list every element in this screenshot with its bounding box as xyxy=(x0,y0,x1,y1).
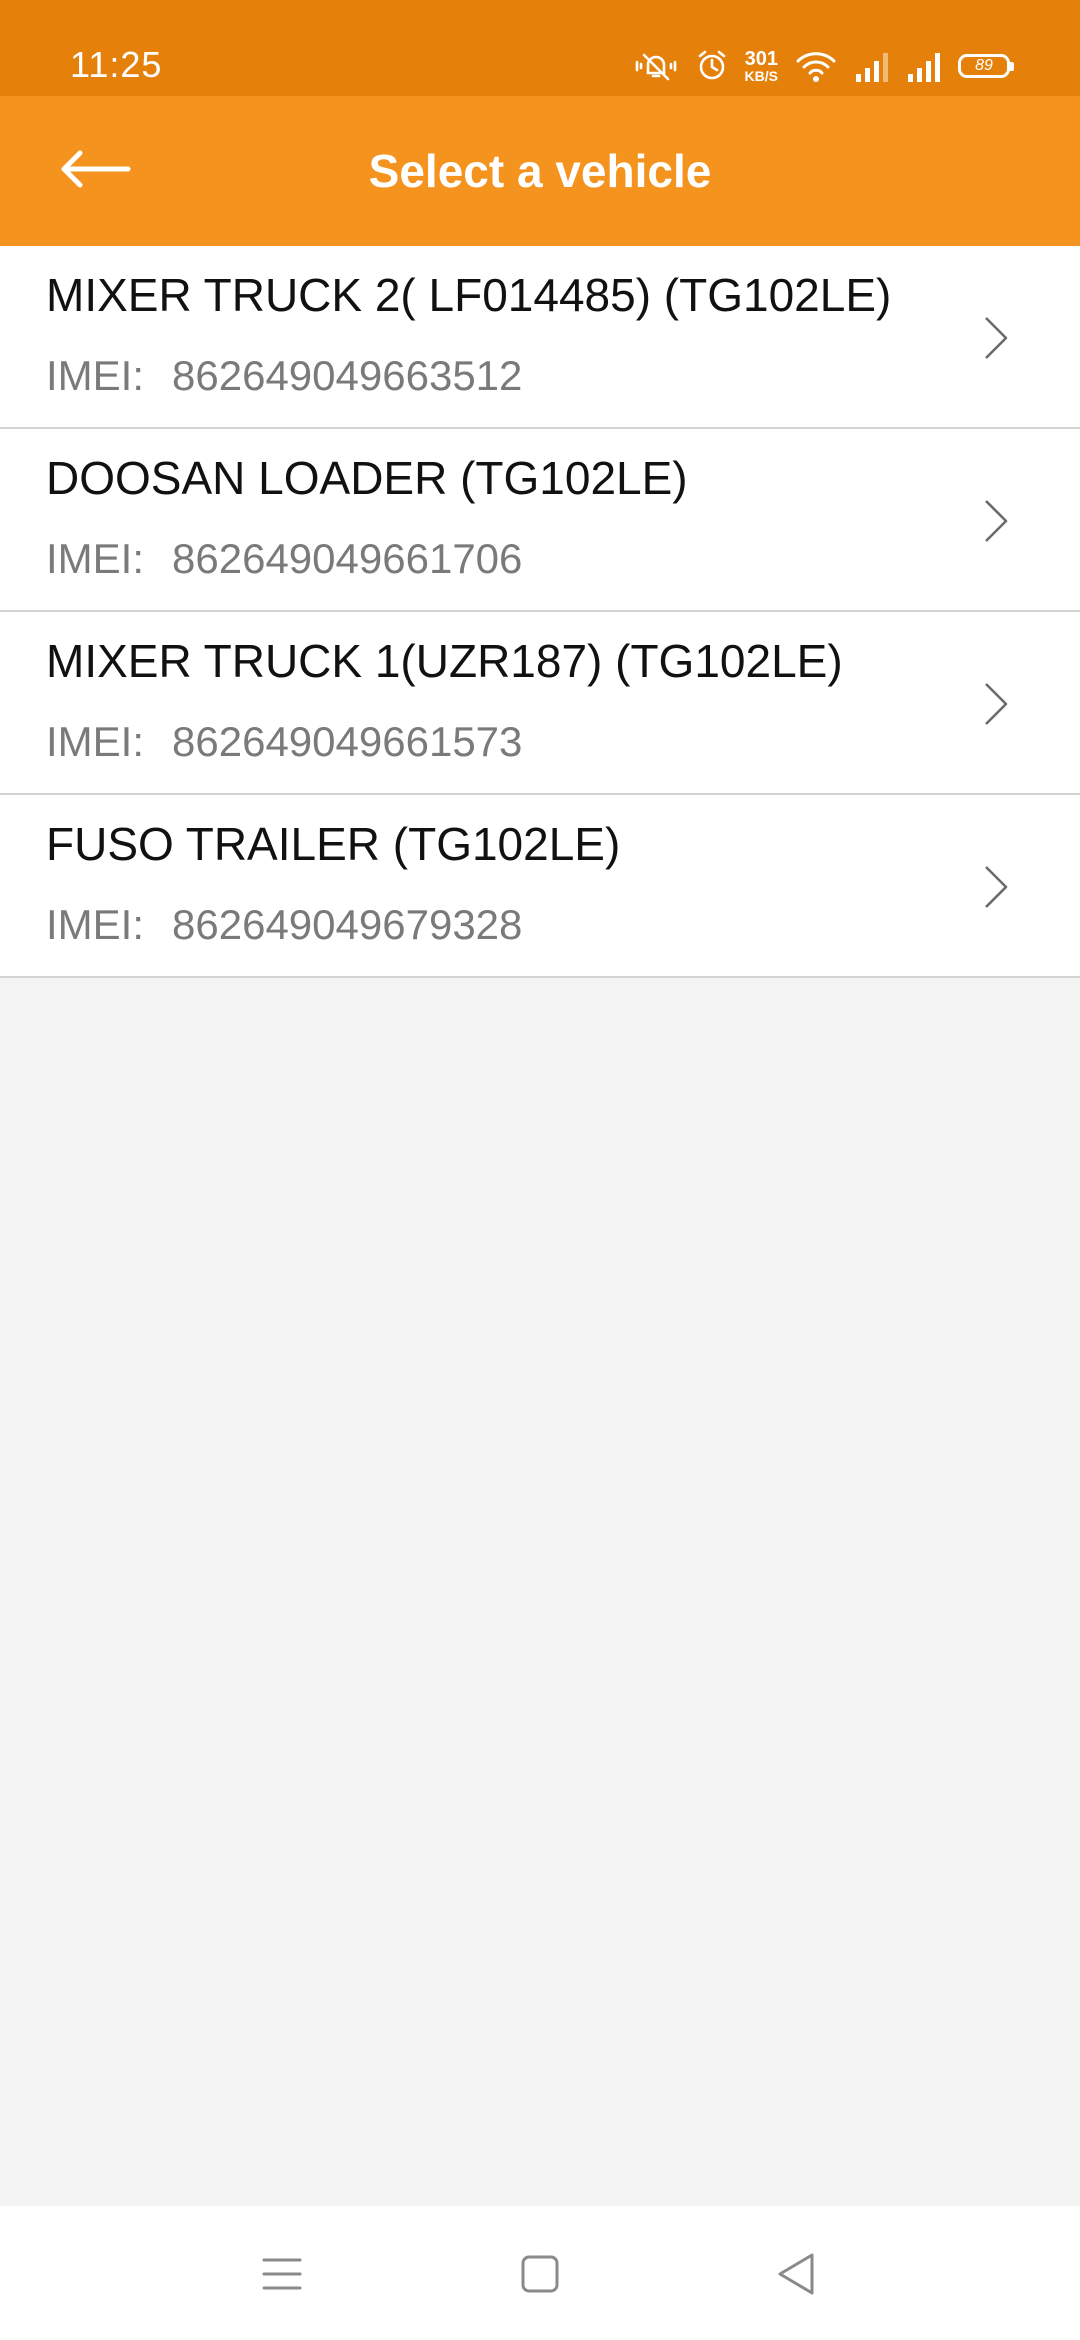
net-speed-unit: KB/S xyxy=(744,68,778,84)
page-title: Select a vehicle xyxy=(368,145,712,197)
vehicle-list-item[interactable]: DOOSAN LOADER (TG102LE) IMEI: 86264904966… xyxy=(0,429,1080,612)
chevron-right-icon xyxy=(980,863,1010,911)
back-icon xyxy=(776,2252,816,2301)
vehicle-imei-row: IMEI: 862649049661573 xyxy=(46,718,522,766)
imei-value: 862649049679328 xyxy=(172,901,523,948)
imei-value: 862649049663512 xyxy=(172,352,523,399)
vehicle-list-item[interactable]: MIXER TRUCK 1(UZR187) (TG102LE) IMEI: 862… xyxy=(0,612,1080,795)
net-speed-value: 301 xyxy=(744,48,778,70)
nav-back-button[interactable] xyxy=(766,2246,826,2306)
vibrate-mute-icon xyxy=(633,51,679,81)
chevron-right-icon xyxy=(980,497,1010,545)
status-time: 11:25 xyxy=(70,44,163,85)
status-icons: 301 KB/S 89 xyxy=(633,44,1014,88)
status-bar: 11:25 301 KB/S 89 xyxy=(0,0,1080,96)
imei-label: IMEI: xyxy=(46,901,145,948)
signal-icon xyxy=(906,50,942,82)
menu-icon xyxy=(262,2256,302,2297)
alarm-icon xyxy=(695,49,729,83)
vehicle-imei-row: IMEI: 862649049661706 xyxy=(46,535,522,583)
signal-icon xyxy=(854,50,890,82)
system-nav-bar xyxy=(0,2206,1080,2340)
vehicle-list: MIXER TRUCK 2( LF014485) (TG102LE) IMEI:… xyxy=(0,246,1080,978)
vehicle-name: MIXER TRUCK 2( LF014485) (TG102LE) xyxy=(46,269,892,321)
chevron-right-icon xyxy=(980,680,1010,728)
imei-label: IMEI: xyxy=(46,718,145,765)
imei-value: 862649049661706 xyxy=(172,535,523,582)
vehicle-list-item[interactable]: MIXER TRUCK 2( LF014485) (TG102LE) IMEI:… xyxy=(0,246,1080,429)
wifi-icon xyxy=(794,49,838,83)
nav-menu-button[interactable] xyxy=(252,2246,312,2306)
vehicle-name: MIXER TRUCK 1(UZR187) (TG102LE) xyxy=(46,635,843,687)
nav-home-button[interactable] xyxy=(510,2246,570,2306)
net-speed: 301 KB/S xyxy=(745,49,778,83)
imei-label: IMEI: xyxy=(46,535,145,582)
app-bar: Select a vehicle xyxy=(0,96,1080,246)
vehicle-imei-row: IMEI: 862649049679328 xyxy=(46,901,522,949)
vehicle-imei-row: IMEI: 862649049663512 xyxy=(46,352,522,400)
home-icon xyxy=(520,2254,560,2299)
vehicle-name: FUSO TRAILER (TG102LE) xyxy=(46,818,621,870)
vehicle-name: DOOSAN LOADER (TG102LE) xyxy=(46,452,688,504)
battery-level: 89 xyxy=(975,57,993,74)
imei-value: 862649049661573 xyxy=(172,718,523,765)
imei-label: IMEI: xyxy=(46,352,145,399)
chevron-right-icon xyxy=(980,314,1010,362)
battery-icon: 89 xyxy=(958,54,1014,78)
vehicle-list-item[interactable]: FUSO TRAILER (TG102LE) IMEI: 862649049679… xyxy=(0,795,1080,978)
